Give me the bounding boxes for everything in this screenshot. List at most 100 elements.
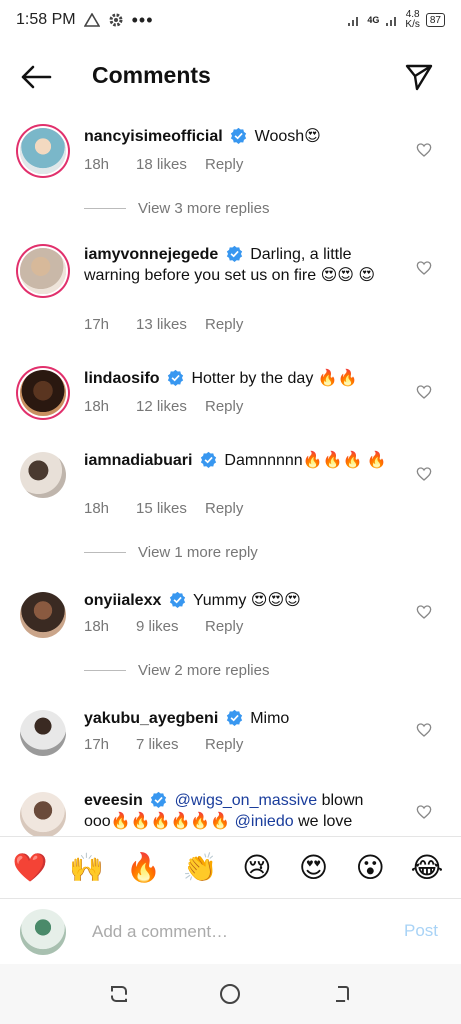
emoji-quick-bar: ❤️ 🙌 🔥 👏 😢 😍 😮 😂 (0, 836, 461, 898)
view-replies-label: View 2 more replies (138, 662, 270, 679)
home-icon[interactable] (219, 983, 241, 1005)
comment-body: Mimo (250, 710, 290, 727)
divider-line (84, 208, 126, 209)
verified-badge-icon (169, 591, 185, 608)
comment-text: lindaosifo Hotter by the day 🔥🔥 (84, 368, 394, 389)
emoji-clap-button[interactable]: 👏 (180, 848, 220, 888)
recent-apps-icon[interactable] (108, 983, 130, 1005)
reply-button[interactable]: Reply (205, 736, 265, 753)
back-nav-icon[interactable] (330, 983, 352, 1005)
comment-time: 17h (84, 316, 110, 333)
comment-text: onyiialexx Yummy 😍😍😍 (84, 590, 394, 611)
signal-icon-2 (386, 17, 397, 26)
divider-line (84, 552, 126, 553)
mention-link[interactable]: @iniedo (235, 813, 294, 830)
heart-outline-icon[interactable] (416, 466, 432, 482)
network-speed: 4.8 K/s (405, 10, 419, 30)
emoji-heart-button[interactable]: ❤️ (10, 848, 50, 888)
verified-badge-icon (226, 709, 242, 726)
heart-outline-icon[interactable] (416, 260, 432, 276)
view-replies-button[interactable]: View 3 more replies (84, 200, 269, 217)
emoji-laughing-button[interactable]: 😂 (407, 848, 447, 888)
avatar[interactable] (20, 710, 66, 756)
status-time: 1:58 PM (16, 11, 76, 28)
emoji-crying-button[interactable]: 😢 (237, 848, 277, 888)
heart-outline-icon[interactable] (416, 142, 432, 158)
heart-outline-icon[interactable] (416, 384, 432, 400)
comment-meta: 18h 12 likes Reply (84, 398, 265, 415)
comment-likes[interactable]: 7 likes (136, 736, 205, 753)
comment-time: 18h (84, 500, 110, 517)
emoji-heart-eyes-button[interactable]: 😍 (294, 848, 334, 888)
verified-badge-icon (167, 369, 184, 386)
comment-text: nancyisimeofficial Woosh😍 (84, 126, 394, 147)
comment-text: eveesin @wigs_on_massive blown ooo🔥🔥🔥🔥🔥🔥… (84, 790, 394, 832)
comment-time: 18h (84, 156, 110, 173)
reply-button[interactable]: Reply (205, 316, 265, 333)
comment-time: 18h (84, 398, 110, 415)
comment-likes[interactable]: 15 likes (136, 500, 205, 517)
avatar[interactable] (20, 792, 66, 838)
comment-meta: 18h 9 likes Reply (84, 618, 265, 635)
avatar[interactable] (20, 592, 66, 638)
comment-username[interactable]: eveesin (84, 792, 143, 809)
comment-username[interactable]: iamnadiabuari (84, 452, 192, 469)
avatar[interactable] (20, 128, 66, 174)
comment-meta: 18h 15 likes Reply (84, 500, 265, 517)
comment-username[interactable]: nancyisimeofficial (84, 128, 223, 145)
comment-input[interactable] (92, 917, 382, 947)
emoji-surprised-button[interactable]: 😮 (350, 848, 390, 888)
view-replies-label: View 1 more reply (138, 544, 258, 561)
comment-meta: 17h 7 likes Reply (84, 736, 265, 753)
avatar[interactable] (20, 452, 66, 498)
comment-likes[interactable]: 9 likes (136, 618, 205, 635)
comment-text: iamnadiabuari Damnnnnn🔥🔥🔥 🔥 (84, 450, 394, 471)
mention-link[interactable]: @wigs_on_massive (175, 792, 318, 809)
header: Comments (0, 52, 461, 102)
comment-body: Yummy 😍😍😍 (192, 592, 301, 609)
comment-text: yakubu_ayegbeni Mimo (84, 708, 394, 729)
reply-button[interactable]: Reply (205, 500, 265, 517)
comment-username[interactable]: iamyvonnejegede (84, 246, 218, 263)
my-avatar (20, 909, 66, 955)
verified-badge-icon (226, 245, 242, 262)
post-button[interactable]: Post (404, 921, 438, 941)
avatar[interactable] (20, 370, 66, 416)
send-icon[interactable] (404, 62, 434, 92)
emoji-raising-hands-button[interactable]: 🙌 (67, 848, 107, 888)
page-title: Comments (92, 62, 211, 88)
signal-icon (348, 17, 359, 26)
comment-input-bar: Post (0, 898, 461, 964)
comment-text: iamyvonnejegede Darling, a little warnin… (84, 244, 394, 286)
divider-line (84, 670, 126, 671)
comment-time: 17h (84, 736, 110, 753)
comment-username[interactable]: yakubu_ayegbeni (84, 710, 218, 727)
system-nav-bar (0, 964, 461, 1024)
view-replies-button[interactable]: View 2 more replies (84, 662, 269, 679)
comment-body: Damnnnnn🔥🔥🔥 🔥 (224, 452, 387, 469)
heart-outline-icon[interactable] (416, 722, 432, 738)
comment-likes[interactable]: 18 likes (136, 156, 205, 173)
comment-username[interactable]: onyiialexx (84, 592, 161, 609)
emoji-fire-button[interactable]: 🔥 (123, 848, 163, 888)
view-replies-label: View 3 more replies (138, 200, 270, 217)
heart-outline-icon[interactable] (416, 604, 432, 620)
reply-button[interactable]: Reply (205, 398, 265, 415)
battery-indicator: 87 (425, 13, 445, 27)
comment-meta: 17h 13 likes Reply (84, 316, 265, 333)
reply-button[interactable]: Reply (205, 156, 265, 173)
delta-icon (83, 13, 100, 27)
comment-username[interactable]: lindaosifo (84, 370, 160, 387)
comment-body: Woosh😍 (254, 128, 321, 145)
network-type: 4G (367, 15, 380, 25)
avatar[interactable] (20, 248, 66, 294)
back-arrow-icon[interactable] (20, 64, 52, 90)
more-dots-icon: ••• (131, 9, 154, 30)
view-replies-button[interactable]: View 1 more reply (84, 544, 258, 561)
comment-likes[interactable]: 12 likes (136, 398, 205, 415)
comment-body-end: we love (293, 813, 353, 830)
comment-likes[interactable]: 13 likes (136, 316, 205, 333)
reply-button[interactable]: Reply (205, 618, 265, 635)
verified-badge-icon (231, 127, 247, 144)
heart-outline-icon[interactable] (416, 804, 432, 820)
